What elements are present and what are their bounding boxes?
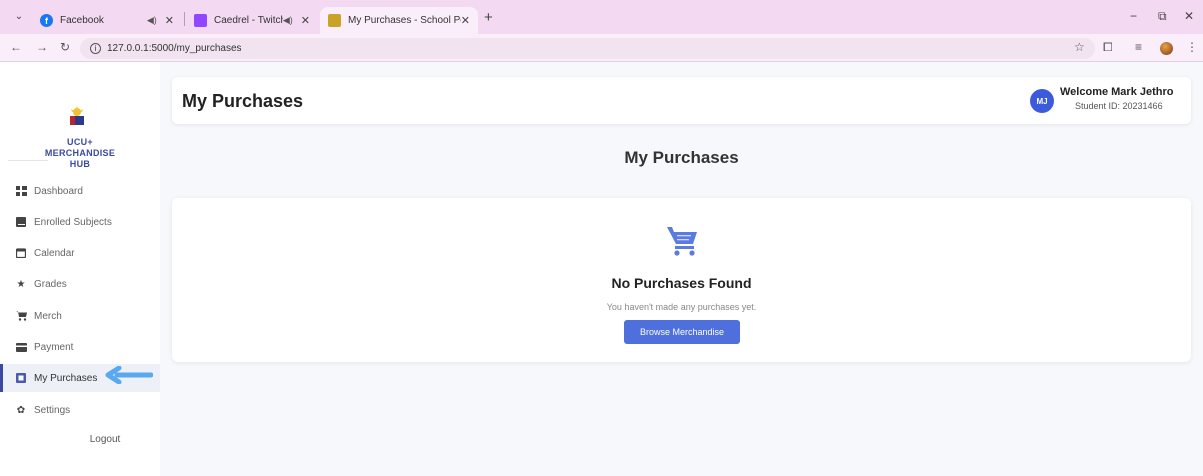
page-header: My Purchases MJ Welcome Mark Jethro Stud… (172, 77, 1191, 124)
sidebar-item-label: Grades (34, 278, 67, 290)
bookmark-star-icon[interactable]: ☆ (1074, 40, 1085, 54)
sidebar-item-dashboard[interactable]: Dashboard (0, 177, 160, 205)
receipt-icon (15, 373, 27, 383)
section-title: My Purchases (624, 148, 739, 167)
audio-icon[interactable]: ◀) (147, 15, 157, 26)
ucu-logo-icon (70, 106, 84, 125)
logout-link[interactable]: Logout (0, 434, 210, 445)
forward-icon[interactable]: → (36, 40, 48, 54)
audio-icon[interactable]: ◀) (283, 15, 293, 26)
cart-icon (15, 311, 27, 321)
avatar[interactable]: MJ (1030, 89, 1054, 113)
sidebar: UCU+ MERCHANDISE HUB Dashboard Enrolled … (0, 62, 160, 476)
gear-icon: ✿ (16, 404, 26, 416)
minimize-icon[interactable]: − (1130, 9, 1137, 23)
annotation-arrow-icon (105, 366, 153, 384)
profile-avatar-icon[interactable] (1160, 42, 1173, 55)
close-window-icon[interactable]: ✕ (1184, 9, 1194, 23)
close-tab-icon[interactable]: ✕ (461, 14, 470, 27)
sidebar-item-merch[interactable]: Merch (0, 302, 160, 330)
reload-icon[interactable]: ↻ (60, 40, 70, 54)
twitch-icon (194, 14, 207, 27)
menu-kebab-icon[interactable]: ⋮ (1186, 40, 1198, 54)
url-text: 127.0.0.1:5000/my_purchases (107, 43, 242, 54)
book-icon (15, 217, 27, 227)
sidebar-item-settings[interactable]: ✿ Settings (0, 396, 160, 424)
tab-title: Caedrel - Twitch (214, 15, 283, 26)
sidebar-item-label: Payment (34, 341, 74, 353)
url-field[interactable]: i 127.0.0.1:5000/my_purchases (80, 38, 1095, 59)
facebook-icon: f (40, 14, 53, 27)
sidebar-item-label: Settings (34, 404, 71, 416)
address-bar-row: ← → ↻ i 127.0.0.1:5000/my_purchases ☆ ⧠ ≡… (0, 34, 1203, 62)
sidebar-item-enrolled-subjects[interactable]: Enrolled Subjects (0, 208, 160, 236)
student-id: Student ID: 20231466 (1075, 101, 1163, 111)
close-tab-icon[interactable]: ✕ (165, 14, 174, 27)
empty-state-subtitle: You haven't made any purchases yet. (606, 302, 757, 312)
close-tab-icon[interactable]: ✕ (301, 14, 310, 27)
back-icon[interactable]: ← (10, 40, 22, 54)
dashboard-icon (15, 186, 27, 196)
site-info-icon[interactable]: i (90, 42, 101, 54)
star-icon: ★ (16, 278, 26, 290)
welcome-text: Welcome Mark Jethro (1060, 86, 1174, 98)
browse-merchandise-button[interactable]: Browse Merchandise (624, 320, 740, 344)
tab-title: Facebook (60, 15, 104, 26)
restore-icon[interactable]: ⧉ (1158, 9, 1167, 24)
tab-facebook[interactable]: f Facebook ◀) ✕ (32, 7, 182, 34)
empty-state-card: No Purchases Found You haven't made any … (172, 198, 1191, 362)
empty-state-title: No Purchases Found (611, 275, 752, 291)
sidebar-item-label: Calendar (34, 247, 75, 259)
sidebar-item-label: My Purchases (34, 372, 98, 384)
sidebar-item-payment[interactable]: Payment (0, 333, 160, 361)
page: UCU+ MERCHANDISE HUB Dashboard Enrolled … (0, 62, 1203, 476)
page-title: My Purchases (182, 91, 304, 111)
browser-tab-bar: ⌄ f Facebook ◀) ✕ Caedrel - Twitch ◀) ✕ … (0, 0, 1203, 34)
credit-card-icon (15, 342, 27, 352)
tab-twitch[interactable]: Caedrel - Twitch ◀) ✕ (186, 7, 318, 34)
school-portal-icon (328, 14, 341, 27)
brand-name: UCU+ MERCHANDISE HUB (44, 137, 116, 169)
tab-search-chevron-icon[interactable]: ⌄ (10, 8, 28, 26)
tab-my-purchases[interactable]: My Purchases - School Portal ✕ (320, 7, 478, 34)
sidebar-item-calendar[interactable]: Calendar (0, 239, 160, 267)
tab-title: My Purchases - School Portal (348, 15, 461, 26)
shopping-cart-icon (667, 227, 697, 256)
media-icon[interactable]: ≡ (1135, 40, 1142, 54)
new-tab-button[interactable]: + (484, 9, 493, 26)
calendar-icon (15, 248, 27, 258)
sidebar-item-grades[interactable]: ★ Grades (0, 270, 160, 298)
sidebar-item-label: Dashboard (34, 185, 83, 197)
sidebar-item-label: Enrolled Subjects (34, 216, 112, 228)
sidebar-item-label: Merch (34, 310, 62, 322)
extensions-icon[interactable]: ⧠ (1103, 40, 1113, 55)
